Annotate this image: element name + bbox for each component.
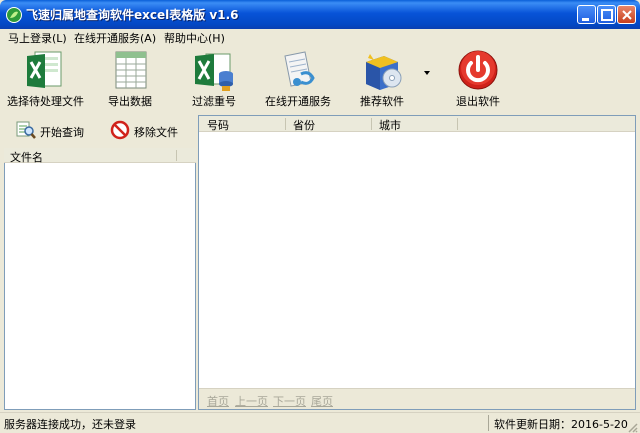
online-service-label: 在线开通服务 [265, 95, 331, 108]
city-column-header[interactable]: 城市 [379, 117, 401, 133]
file-list-header: 文件名 [4, 148, 196, 164]
recommended-dropdown-arrow[interactable] [424, 71, 430, 75]
menu-bar: 马上登录(L) 在线开通服务(A) 帮助中心(H) [0, 29, 640, 45]
spreadsheet-icon [115, 51, 147, 89]
close-button[interactable] [617, 5, 636, 24]
app-leaf-icon [6, 7, 22, 23]
previous-page-link[interactable]: 上一页 [235, 393, 268, 409]
maximize-button[interactable] [597, 5, 616, 24]
remove-file-button[interactable]: 移除文件 [110, 118, 180, 142]
online-service-button[interactable]: 在线开通服务 [262, 46, 332, 110]
update-date: 软件更新日期：2016-5-20 [494, 418, 628, 431]
first-page-link[interactable]: 首页 [207, 393, 229, 409]
column-divider[interactable] [371, 118, 372, 130]
close-icon [622, 10, 632, 20]
number-column-header[interactable]: 号码 [207, 117, 229, 133]
recommended-software-button[interactable]: 推荐软件 [356, 46, 408, 110]
excel-filter-icon [195, 53, 233, 91]
filter-duplicates-button[interactable]: 过滤重号 [188, 46, 240, 110]
magnifier-icon [16, 121, 36, 139]
minimize-button[interactable] [577, 5, 596, 24]
filter-duplicates-label: 过滤重号 [192, 95, 236, 108]
resize-grip-icon[interactable] [626, 421, 638, 433]
excel-file-icon [27, 51, 62, 88]
column-divider[interactable] [176, 150, 177, 161]
window-title: 飞速归属地查询软件excel表格版 v1.6 [26, 8, 239, 22]
export-data-button[interactable]: 导出数据 [104, 46, 156, 110]
title-bar[interactable]: 飞速归属地查询软件excel表格版 v1.6 [0, 0, 640, 29]
column-divider[interactable] [457, 118, 458, 130]
file-list[interactable] [4, 163, 196, 410]
select-file-button[interactable]: 选择待处理文件 [6, 46, 84, 110]
toolbar: 选择待处理文件 导出数据 过滤重号 在线开通服务 推荐软件 退出软件 [0, 44, 640, 112]
start-query-button[interactable]: 开始查询 [16, 118, 86, 142]
exit-software-label: 退出软件 [456, 95, 500, 108]
minimize-icon [582, 18, 589, 21]
status-bar: 服务器连接成功，还未登录 软件更新日期：2016-5-20 [0, 412, 640, 433]
export-data-label: 导出数据 [108, 95, 152, 108]
start-query-label: 开始查询 [40, 126, 84, 139]
select-file-label: 选择待处理文件 [7, 95, 84, 108]
next-page-link[interactable]: 下一页 [273, 393, 306, 409]
online-service-icon [284, 51, 315, 87]
grid-header: 号码 省份 城市 [199, 116, 635, 132]
status-divider [488, 415, 489, 431]
column-divider[interactable] [285, 118, 286, 130]
power-icon [458, 50, 498, 90]
maximize-icon [601, 9, 613, 21]
result-grid[interactable]: 号码 省份 城市 首页 上一页 下一页 尾页 [198, 115, 636, 410]
province-column-header[interactable]: 省份 [293, 117, 315, 133]
remove-file-label: 移除文件 [134, 126, 178, 139]
pager: 首页 上一页 下一页 尾页 [199, 388, 635, 409]
recommended-software-label: 推荐软件 [360, 95, 404, 108]
last-page-link[interactable]: 尾页 [311, 393, 333, 409]
connection-status: 服务器连接成功，还未登录 [4, 418, 136, 431]
software-box-icon [366, 54, 402, 90]
exit-software-button[interactable]: 退出软件 [452, 46, 504, 110]
file-panel: 开始查询 移除文件 文件名 [0, 113, 197, 410]
no-entry-icon [110, 120, 130, 140]
